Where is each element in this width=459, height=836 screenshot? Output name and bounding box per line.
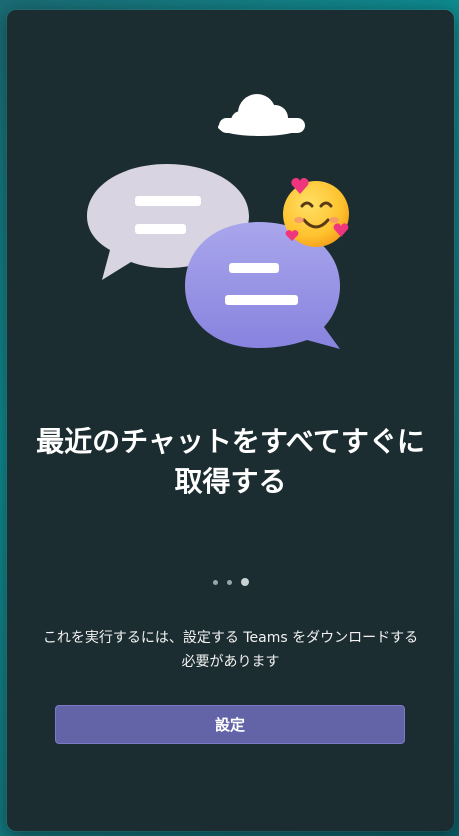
dialog-headline: 最近のチャットをすべてすぐに取得する [36, 425, 425, 498]
chat-illustration [87, 94, 349, 349]
cloud-icon [218, 94, 305, 136]
page-dot [226, 579, 232, 585]
teams-setup-dialog: 最近のチャットをすべてすぐに取得する これを実行するには、設定する Teams … [7, 10, 454, 831]
page-dot [212, 579, 218, 585]
page-dot-active [240, 578, 249, 586]
smiling-face-with-hearts-emoji-icon [283, 178, 349, 247]
setup-button[interactable]: 設定 [55, 705, 405, 744]
page-indicator [7, 576, 454, 588]
dialog-body-text: これを実行するには、設定する Teams をダウンロードする必要があります [42, 630, 419, 670]
